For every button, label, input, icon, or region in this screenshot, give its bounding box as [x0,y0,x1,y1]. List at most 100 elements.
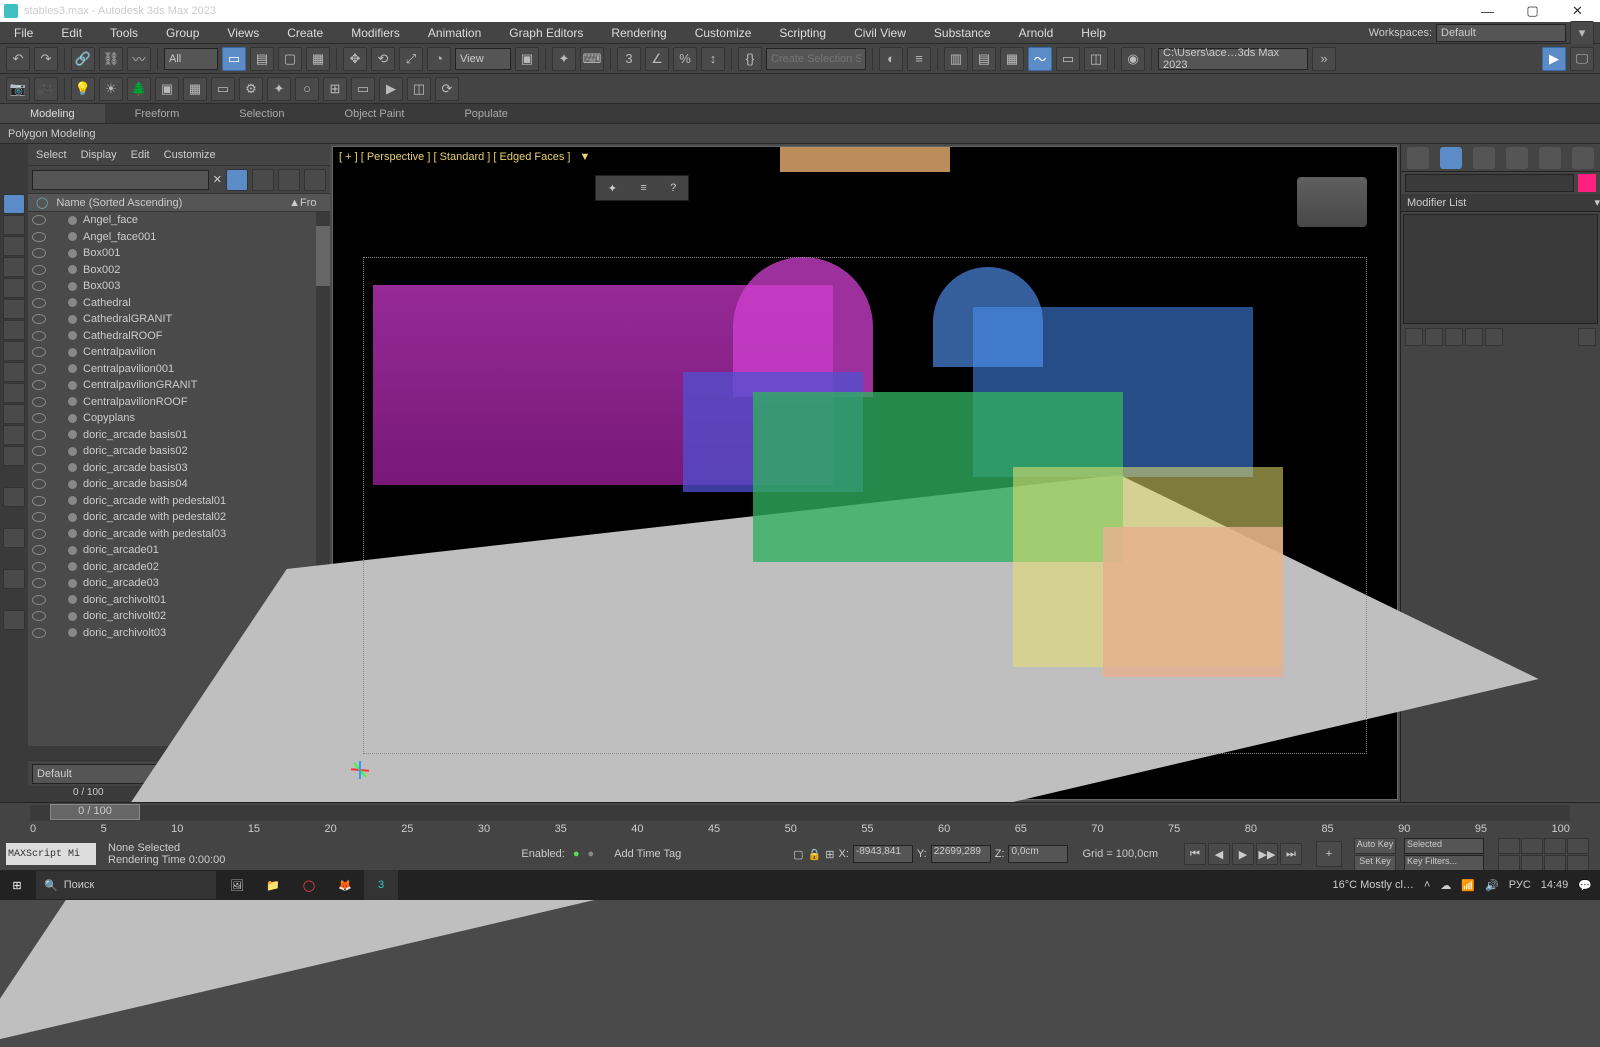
frozen-icon[interactable] [50,545,64,555]
fov-button[interactable] [1498,855,1520,871]
move-button[interactable]: ✥ [343,47,367,71]
tray-onedrive-icon[interactable]: ☁ [1440,879,1451,892]
zoom-extents-all-button[interactable] [1567,838,1589,854]
utilities-tab[interactable] [1572,147,1594,169]
display-lights-icon[interactable] [3,257,25,277]
menu-animation[interactable]: Animation [414,22,495,43]
visibility-icon[interactable] [32,496,46,506]
percent-snap-button[interactable]: % [673,47,697,71]
object-name-input[interactable] [1405,174,1574,192]
scene-item[interactable]: Box002 [28,262,330,279]
taskbar-app-folder[interactable]: 📁 [256,870,290,900]
menu-edit[interactable]: Edit [47,22,96,43]
placement-button[interactable]: ◔ [427,47,451,71]
lock-icon[interactable] [3,610,25,630]
redo-button[interactable]: ↷ [34,47,58,71]
visibility-icon[interactable] [32,479,46,489]
view-options-icon[interactable] [3,487,25,507]
modify-tab[interactable] [1440,147,1462,169]
frozen-icon[interactable] [50,380,64,390]
z-coord-input[interactable]: 0,0cm [1008,845,1068,863]
close-button[interactable]: ✕ [1555,0,1600,22]
time-ruler[interactable]: 0510152025303540455055606570758085909510… [30,823,1570,839]
visibility-icon[interactable] [32,562,46,572]
sync-selection-icon[interactable] [3,528,25,548]
spinner-snap-button[interactable]: ↕ [701,47,725,71]
scene-item[interactable]: doric_arcade with pedestal01 [28,493,330,510]
clear-search-icon[interactable]: ✕ [213,173,222,186]
visibility-icon[interactable] [32,298,46,308]
filter-icon[interactable]: ▼ [580,151,591,163]
frozen-icon[interactable] [50,265,64,275]
scene-item[interactable]: doric_arcade basis03 [28,460,330,477]
maximize-button[interactable]: ▢ [1510,0,1555,22]
refcoord-dropdown[interactable]: View [455,48,511,70]
help-icon[interactable]: ? [670,182,676,194]
frozen-icon[interactable] [50,529,64,539]
viewport1-button[interactable]: ▭ [351,77,375,101]
taskbar-app-opera[interactable]: ◯ [292,870,326,900]
frozen-icon[interactable] [50,298,64,308]
visibility-icon[interactable] [32,611,46,621]
render-production-button[interactable]: 🖵 [1570,47,1594,71]
visibility-icon[interactable] [32,397,46,407]
rotate-button[interactable]: ⟲ [371,47,395,71]
render-frame-button[interactable]: ▶ [1542,47,1566,71]
safe-frame-button[interactable]: ▣ [155,77,179,101]
menu-help[interactable]: Help [1067,22,1120,43]
frozen-icon[interactable] [50,611,64,621]
visibility-icon[interactable] [32,413,46,423]
ribbon-tab-populate[interactable]: Populate [434,104,537,123]
modifier-list-dropdown[interactable]: Modifier List▾ [1401,194,1600,212]
column-frozen-header[interactable]: Fro [300,197,330,209]
scene-item[interactable]: Cathedral [28,295,330,312]
tray-chevron-icon[interactable]: ˄ [1424,879,1430,891]
scene-item[interactable]: Copyplans [28,410,330,427]
minimize-button[interactable]: — [1465,0,1510,22]
frozen-icon[interactable] [50,430,64,440]
frozen-icon[interactable] [50,512,64,522]
frozen-icon[interactable] [50,463,64,473]
ribbon-tab-modeling[interactable]: Modeling [0,104,105,123]
workspace-menu-button[interactable]: ▾ [1570,21,1594,45]
toggle-ribbon-button[interactable]: ▦ [1000,47,1024,71]
modifier-stack[interactable] [1403,214,1598,324]
edit-named-selection-button[interactable]: {} [738,47,762,71]
zoom-button[interactable] [1498,838,1520,854]
taskbar-search[interactable]: 🔍 Поиск [36,871,216,899]
orbit-button[interactable] [1544,855,1566,871]
scene-menu-display[interactable]: Display [81,149,117,161]
unlink-button[interactable]: ⛓ [99,47,123,71]
viewport-config-button[interactable]: ▦ [183,77,207,101]
prev-frame-button[interactable]: ◀ [1208,843,1230,865]
scale-button[interactable]: ⤢ [399,47,423,71]
set-key-big-button[interactable]: + [1316,841,1342,867]
frozen-icon[interactable] [50,215,64,225]
visibility-icon[interactable] [32,595,46,605]
visibility-icon[interactable] [32,265,46,275]
scene-item[interactable]: Centralpavilion001 [28,361,330,378]
menu-civilview[interactable]: Civil View [840,22,920,43]
ribbon-tab-selection[interactable]: Selection [209,104,314,123]
align-button[interactable]: ≡ [907,47,931,71]
named-selection-input[interactable] [766,48,866,70]
visibility-icon[interactable] [32,314,46,324]
scene-item[interactable]: doric_arcade with pedestal03 [28,526,330,543]
scene-item[interactable]: doric_arcade basis04 [28,476,330,493]
scene-item[interactable]: CathedralROOF [28,328,330,345]
grab-viewport-button[interactable]: ▭ [211,77,235,101]
visibility-icon[interactable] [32,232,46,242]
window-crossing-button[interactable]: ▦ [306,47,330,71]
menu-rendering[interactable]: Rendering [597,22,680,43]
scene-item[interactable]: CathedralGRANIT [28,311,330,328]
link-button[interactable]: 🔗 [71,47,95,71]
pan-button[interactable] [1521,855,1543,871]
viewport4-button[interactable]: ⟳ [435,77,459,101]
taskbar-app-3dsmax[interactable]: 3 [364,870,398,900]
menu-grapheditors[interactable]: Graph Editors [495,22,597,43]
frozen-icon[interactable] [50,595,64,605]
display-shapes-icon[interactable] [3,236,25,256]
frozen-icon[interactable] [50,446,64,456]
angle-snap-button[interactable]: ∠ [645,47,669,71]
visibility-icon[interactable] [32,463,46,473]
